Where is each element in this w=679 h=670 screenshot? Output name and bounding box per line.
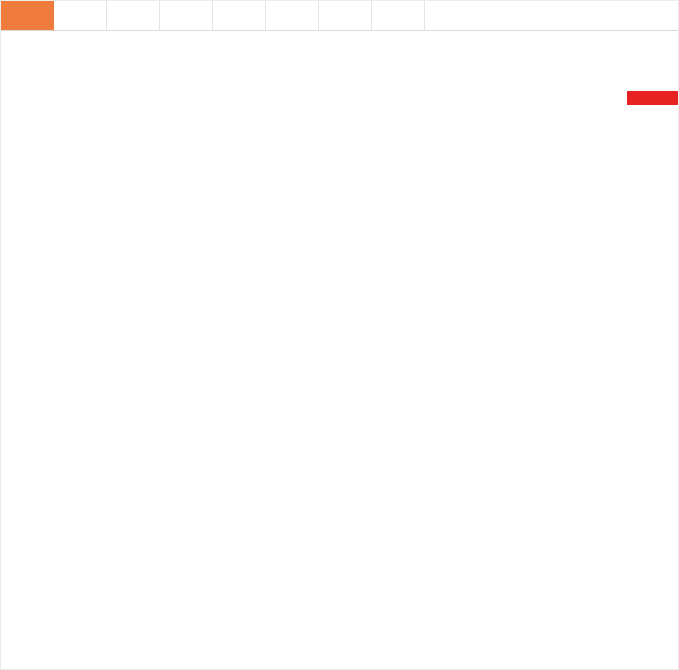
current-price-badge: [627, 91, 679, 105]
kline-chart-app: [0, 0, 679, 670]
tab-60min[interactable]: [319, 1, 372, 31]
tab-5min[interactable]: [160, 1, 213, 31]
tab-4hour[interactable]: [372, 1, 425, 31]
tab-week[interactable]: [54, 1, 107, 31]
tab-month[interactable]: [107, 1, 160, 31]
timeframe-tabbar: [1, 1, 678, 31]
tab-30min[interactable]: [266, 1, 319, 31]
tab-15min[interactable]: [213, 1, 266, 31]
tabbar-filler: [425, 1, 678, 31]
chart-canvas[interactable]: [1, 1, 679, 670]
tab-day[interactable]: [1, 1, 54, 31]
